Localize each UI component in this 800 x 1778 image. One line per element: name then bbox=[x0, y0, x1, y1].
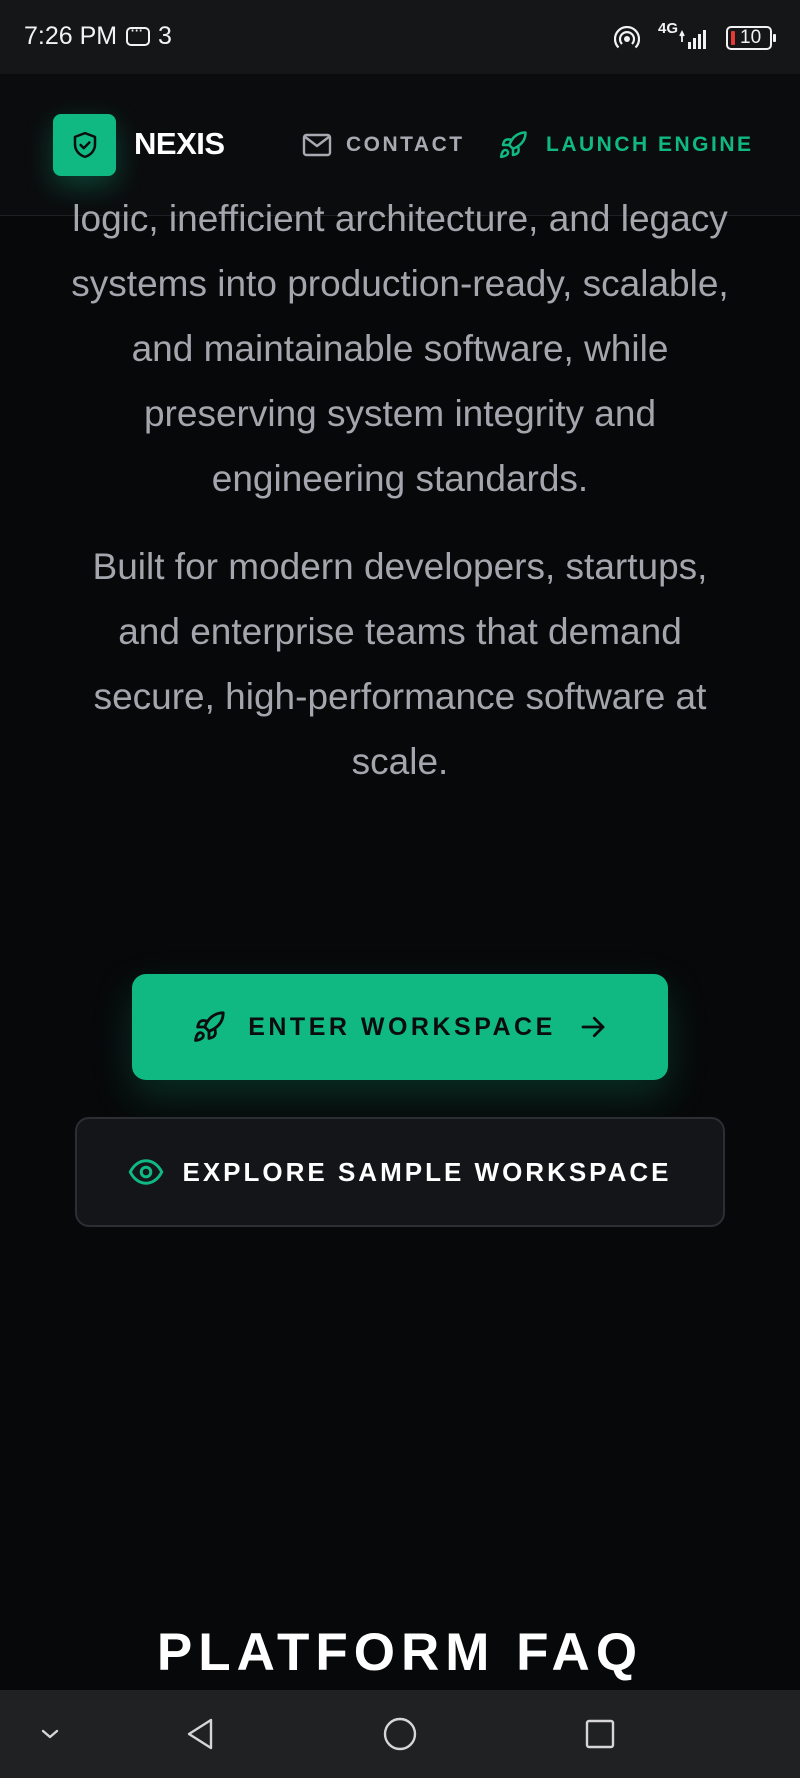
nav-back-button[interactable] bbox=[168, 1690, 232, 1778]
recents-square-icon bbox=[585, 1719, 615, 1749]
mail-icon bbox=[302, 133, 332, 157]
explore-sample-workspace-button[interactable]: EXPLORE SAMPLE WORKSPACE bbox=[75, 1117, 725, 1227]
notification-count: 3 bbox=[158, 22, 172, 50]
enter-workspace-button[interactable]: ENTER WORKSPACE bbox=[132, 974, 668, 1080]
back-triangle-icon bbox=[187, 1718, 213, 1750]
hero-description: logic, inefficient architecture, and leg… bbox=[71, 198, 729, 499]
brand-name[interactable]: NEXIS bbox=[134, 126, 225, 162]
chevron-down-icon bbox=[41, 1729, 59, 1739]
home-circle-icon bbox=[383, 1717, 417, 1751]
status-bar: 7:26 PM 3 4G 10 bbox=[0, 0, 800, 74]
nav-home-button[interactable] bbox=[368, 1690, 432, 1778]
nav-collapse-button[interactable] bbox=[22, 1690, 78, 1778]
battery-level bbox=[731, 31, 735, 45]
nav-recents-button[interactable] bbox=[568, 1690, 632, 1778]
nav-launch-engine-link[interactable]: LAUNCH ENGINE bbox=[498, 128, 754, 162]
nav-contact-link[interactable]: CONTACT bbox=[302, 128, 465, 162]
status-time: 7:26 PM bbox=[24, 22, 118, 50]
nav-launch-engine-label: LAUNCH ENGINE bbox=[546, 133, 754, 156]
shield-check-icon bbox=[73, 131, 96, 159]
eye-icon bbox=[129, 1159, 164, 1185]
battery-percent: 10 bbox=[740, 27, 762, 48]
message-notification-icon bbox=[126, 21, 150, 46]
rocket-icon bbox=[194, 1011, 225, 1042]
system-navigation-bar bbox=[0, 1690, 800, 1778]
network-type: 4G bbox=[657, 20, 678, 37]
rocket-icon bbox=[499, 131, 527, 159]
explore-sample-workspace-label: EXPLORE SAMPLE WORKSPACE bbox=[182, 1156, 672, 1187]
brand-logo[interactable] bbox=[53, 114, 116, 176]
enter-workspace-label: ENTER WORKSPACE bbox=[248, 1012, 556, 1041]
hotspot-icon bbox=[614, 26, 640, 49]
battery-icon: 10 bbox=[726, 26, 776, 50]
signal-icon bbox=[679, 29, 706, 49]
nav-contact-label: CONTACT bbox=[346, 133, 465, 156]
faq-section-title: PLATFORM FAQ bbox=[156, 1623, 644, 1682]
arrow-right-icon bbox=[581, 1016, 605, 1038]
hero-audience-text: Built for modern developers, startups, a… bbox=[92, 546, 708, 782]
